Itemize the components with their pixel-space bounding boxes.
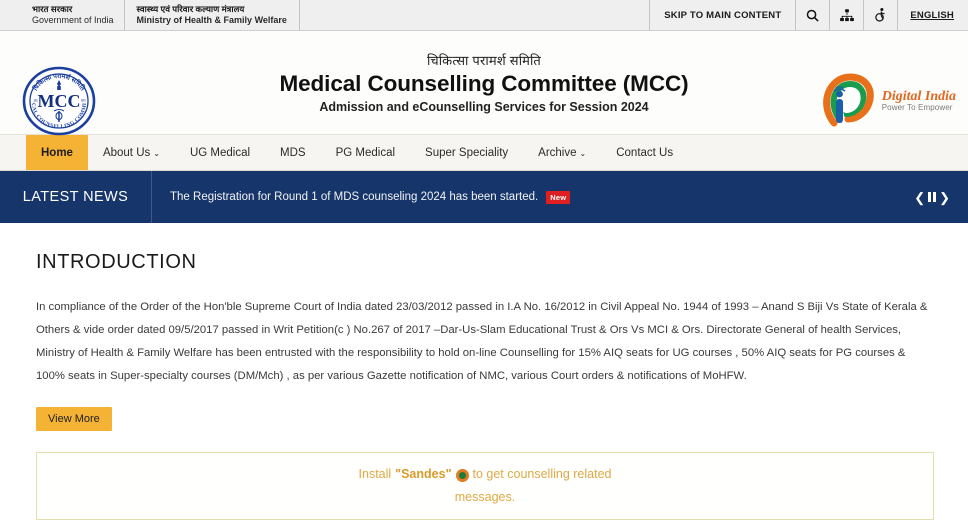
- sandes-install-banner[interactable]: Install "Sandes" to get counselling rela…: [36, 451, 934, 520]
- nav-item-contact-us[interactable]: Contact Us: [601, 135, 688, 170]
- ministry-hindi-label: स्वास्थ्य एवं परिवार कल्याण मंत्रालय: [136, 4, 245, 15]
- news-ticker[interactable]: The Registration for Round 1 of MDS coun…: [152, 171, 914, 223]
- pause-icon[interactable]: [928, 192, 937, 202]
- svg-text:99: 99: [81, 98, 86, 103]
- introduction-paragraph: In compliance of the Order of the Hon'bl…: [36, 301, 928, 383]
- sandes-banner-line-2: messages.: [455, 486, 515, 509]
- accessibility-icon[interactable]: [863, 0, 897, 30]
- nav-item-mds[interactable]: MDS: [265, 135, 321, 170]
- gov-english-label: Government of India: [32, 14, 114, 25]
- government-of-india-block: भारत सरकार Government of India: [0, 0, 125, 30]
- title-subtitle: Admission and eCounselling Services for …: [319, 100, 649, 115]
- language-selector[interactable]: ENGLISH: [897, 0, 968, 30]
- nav-item-pg-medical[interactable]: PG Medical: [321, 135, 410, 170]
- sandes-second-line-text: messages.: [454, 489, 516, 504]
- sandes-suffix-text: to get counselling related: [472, 467, 612, 482]
- ministry-block: स्वास्थ्य एवं परिवार कल्याण मंत्रालय Min…: [125, 0, 300, 30]
- page-title: Medical Counselling Committee (MCC): [279, 70, 689, 96]
- news-ticker-controls: ❮ ❯: [914, 171, 968, 223]
- digital-india-emblem: [822, 73, 874, 127]
- digital-india-logo[interactable]: Digital India Power To Empower: [820, 73, 956, 129]
- search-icon[interactable]: [795, 0, 829, 30]
- chevron-left-icon[interactable]: ❮: [914, 191, 925, 204]
- sandes-app-icon: [455, 468, 469, 482]
- nav-item-super-speciality[interactable]: Super Speciality: [410, 135, 523, 170]
- chevron-down-icon: ⌄: [153, 148, 160, 158]
- news-headline: The Registration for Round 1 of MDS coun…: [170, 191, 539, 203]
- nav-item-archive[interactable]: Archive ⌄: [523, 135, 601, 170]
- sitemap-icon[interactable]: [829, 0, 863, 30]
- sandes-banner-line-1: Install "Sandes" to get counselling rela…: [358, 463, 612, 486]
- top-utility-bar: भारत सरकार Government of India स्वास्थ्य…: [0, 0, 968, 31]
- chevron-right-icon[interactable]: ❯: [939, 191, 950, 204]
- nav-item-ug-medical[interactable]: UG Medical: [175, 135, 265, 170]
- skip-to-main-content-link[interactable]: SKIP TO MAIN CONTENT: [649, 0, 795, 30]
- nav-label: UG Medical: [189, 146, 251, 159]
- view-more-button[interactable]: View More: [36, 406, 112, 431]
- mcc-logo[interactable]: चिकित्सा परामर्श समिति MEDICAL COUNSELLI…: [17, 61, 98, 142]
- sandes-app-name: "Sandes": [395, 467, 452, 482]
- nav-label: MDS: [280, 146, 306, 159]
- nav-label: Home: [41, 146, 73, 159]
- nav-label: PG Medical: [335, 146, 396, 159]
- main-navigation: Home About Us ⌄ UG Medical MDS PG Medica…: [0, 135, 968, 171]
- chevron-down-icon: ⌄: [579, 148, 587, 158]
- digital-india-name: Digital India: [881, 88, 956, 104]
- nav-label: Contact Us: [616, 146, 674, 159]
- svg-text:MCC: MCC: [38, 91, 81, 111]
- main-content: INTRODUCTION In compliance of the Order …: [0, 223, 968, 431]
- latest-news-bar: LATEST NEWS The Registration for Round 1…: [0, 171, 968, 223]
- new-badge: New: [546, 190, 571, 204]
- nav-label: About Us: [102, 146, 151, 159]
- latest-news-label: LATEST NEWS: [0, 171, 152, 223]
- title-hindi: चिकित्सा परामर्श समिति: [426, 52, 542, 68]
- nav-label: Super Speciality: [425, 146, 509, 159]
- digital-india-tagline: Power To Empower: [881, 103, 953, 113]
- ministry-english-label: Ministry of Health & Family Welfare: [136, 14, 287, 25]
- masthead: चिकित्सा परामर्श समिति MEDICAL COUNSELLI…: [0, 31, 968, 136]
- nav-item-about-us[interactable]: About Us ⌄: [88, 135, 175, 170]
- nav-label: Archive: [538, 146, 577, 159]
- svg-text:18: 18: [33, 98, 38, 103]
- sandes-prefix-text: Install: [358, 467, 392, 482]
- gov-hindi-label: भारत सरकार: [32, 4, 73, 15]
- introduction-heading: INTRODUCTION: [36, 251, 197, 273]
